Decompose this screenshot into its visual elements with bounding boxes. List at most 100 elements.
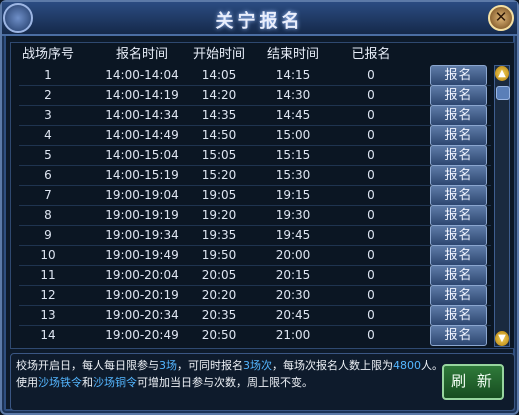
header-start-time: 开始时间 [192,47,245,62]
row-signup-time: 19:00-20:19 [105,288,179,302]
table-row: 13 19:00-20:34 20:35 20:45 0 报名 [11,305,491,326]
row-signup-time: 14:00-15:19 [105,168,179,182]
row-end-time: 14:30 [275,88,311,102]
scroll-up-icon[interactable]: ▲ [495,66,509,81]
row-start-time: 14:35 [201,108,237,122]
table-row: 2 14:00-14:19 14:20 14:30 0 报名 [11,85,491,106]
row-end-time: 21:00 [275,328,311,342]
rules-text-part: 和 [82,376,93,389]
row-signup-time: 14:00-15:04 [105,148,179,162]
row-signed-count: 0 [367,168,375,182]
row-start-time: 14:05 [201,68,237,82]
row-index: 3 [44,108,52,122]
signup-button[interactable]: 报名 [430,265,487,286]
row-signed-count: 0 [367,108,375,122]
scroll-down-icon[interactable]: ▼ [495,331,509,346]
rules-text-part: ，可同时报名 [177,359,243,372]
row-index: 7 [44,188,52,202]
rules-text-part: 校场开启日，每人每日限参与 [16,359,159,372]
signup-button[interactable]: 报名 [430,125,487,146]
row-signed-count: 0 [367,228,375,242]
row-signup-time: 19:00-19:19 [105,208,179,222]
row-signed-count: 0 [367,208,375,222]
row-signup-time: 14:00-14:34 [105,108,179,122]
row-index: 11 [40,268,56,282]
row-start-time: 14:20 [201,88,237,102]
signup-button[interactable]: 报名 [430,85,487,106]
row-start-time: 20:05 [201,268,237,282]
row-signup-time: 14:00-14:19 [105,88,179,102]
row-signed-count: 0 [367,308,375,322]
row-start-time: 19:20 [201,208,237,222]
rules-highlight: 3场次 [243,359,272,372]
row-end-time: 14:45 [275,108,311,122]
signup-button[interactable]: 报名 [430,225,487,246]
signup-button[interactable]: 报名 [430,205,487,226]
row-index: 14 [40,328,56,342]
row-signed-count: 0 [367,288,375,302]
table-row: 7 19:00-19:04 19:05 19:15 0 报名 [11,185,491,206]
arena-signup-window: 关宁报名 ✕ 战场序号 报名时间 开始时间 结束时间 已报名 1 14:00-1… [0,0,519,415]
row-start-time: 14:50 [201,128,237,142]
row-signed-count: 0 [367,68,375,82]
row-index: 9 [44,228,52,242]
row-signed-count: 0 [367,328,375,342]
table-row: 12 19:00-20:19 20:20 20:30 0 报名 [11,285,491,306]
row-index: 12 [40,288,56,302]
row-signup-time: 19:00-19:04 [105,188,179,202]
row-end-time: 19:15 [275,188,311,202]
row-signed-count: 0 [367,148,375,162]
rules-text-part: 可增加当日参与次数，周上限不变。 [137,376,313,389]
row-signup-time: 19:00-19:34 [105,228,179,242]
header-end-time: 结束时间 [266,47,319,62]
signup-button[interactable]: 报名 [430,285,487,306]
row-signed-count: 0 [367,128,375,142]
refresh-button[interactable]: 刷 新 [442,364,504,400]
row-start-time: 20:50 [201,328,237,342]
table-row: 14 19:00-20:49 20:50 21:00 0 报名 [11,325,491,346]
row-index: 2 [44,88,52,102]
table-row: 5 14:00-15:04 15:05 15:15 0 报名 [11,145,491,166]
row-end-time: 20:30 [275,288,311,302]
row-signed-count: 0 [367,248,375,262]
info-footer: 校场开启日，每人每日限参与3场，可同时报名3场次，每场次报名人数上限为4800人… [10,353,515,411]
row-signup-time: 14:00-14:49 [105,128,179,142]
signup-button[interactable]: 报名 [430,105,487,126]
signup-button[interactable]: 报名 [430,185,487,206]
signup-button[interactable]: 报名 [430,65,487,86]
row-start-time: 19:35 [201,228,237,242]
table-scrollbar[interactable]: ▲ ▼ [494,65,510,347]
rules-text-part: ，每场次报名人数上限为 [272,359,393,372]
rules-highlight: 4800 [393,359,421,372]
header-signup-time: 报名时间 [115,47,168,62]
scroll-thumb[interactable] [496,86,510,100]
close-button[interactable]: ✕ [488,5,514,31]
row-end-time: 20:15 [275,268,311,282]
signup-button[interactable]: 报名 [430,145,487,166]
row-signup-time: 14:00-14:04 [105,68,179,82]
table-row: 6 14:00-15:19 15:20 15:30 0 报名 [11,165,491,186]
row-signed-count: 0 [367,88,375,102]
signup-button[interactable]: 报名 [430,325,487,346]
signup-button[interactable]: 报名 [430,305,487,326]
row-end-time: 14:15 [275,68,311,82]
table-row: 11 19:00-20:04 20:05 20:15 0 报名 [11,265,491,286]
table-row: 4 14:00-14:49 14:50 15:00 0 报名 [11,125,491,146]
row-signup-time: 19:00-20:34 [105,308,179,322]
table-row: 10 19:00-19:49 19:50 20:00 0 报名 [11,245,491,266]
row-end-time: 20:45 [275,308,311,322]
row-start-time: 20:20 [201,288,237,302]
table-row: 9 19:00-19:34 19:35 19:45 0 报名 [11,225,491,246]
row-signed-count: 0 [367,268,375,282]
item-name-copper-token: 沙场铜令 [93,376,137,389]
row-end-time: 15:30 [275,168,311,182]
row-signup-time: 19:00-20:49 [105,328,179,342]
row-signed-count: 0 [367,188,375,202]
signup-button[interactable]: 报名 [430,165,487,186]
item-name-iron-token: 沙场铁令 [38,376,82,389]
table-row: 3 14:00-14:34 14:35 14:45 0 报名 [11,105,491,126]
row-index: 5 [44,148,52,162]
row-end-time: 15:00 [275,128,311,142]
rules-highlight: 3场 [159,359,177,372]
signup-button[interactable]: 报名 [430,245,487,266]
